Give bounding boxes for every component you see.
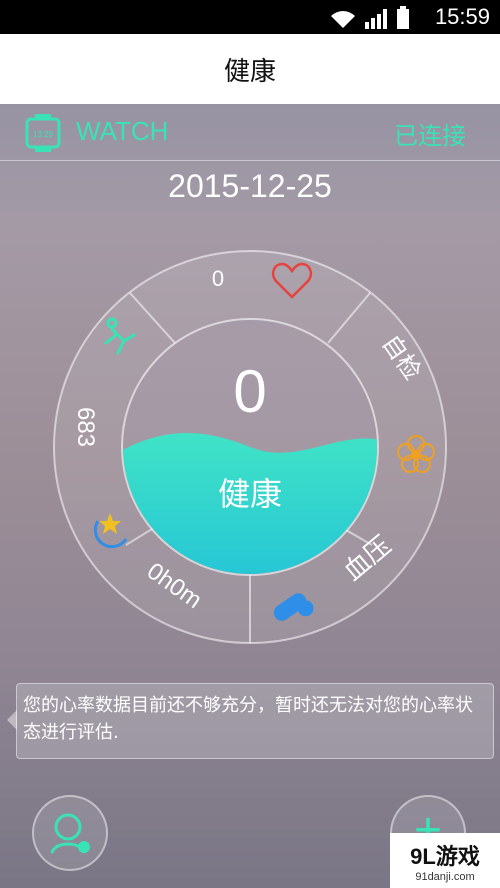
site-watermark: 9L游戏 91danji.com bbox=[390, 833, 500, 888]
signal-icon bbox=[365, 9, 387, 29]
steps-value: 683 bbox=[72, 407, 99, 447]
watch-face-time: 13:29 bbox=[33, 130, 54, 139]
heart-rate-message: 您的心率数据目前还不够充分，暂时还无法对您的心率状态进行评估. bbox=[7, 683, 494, 759]
date-label[interactable]: 2015-12-25 bbox=[0, 168, 500, 205]
device-name: WATCH bbox=[76, 116, 169, 146]
status-bar: 15:59 bbox=[0, 0, 500, 34]
user-icon bbox=[50, 813, 90, 854]
profile-button[interactable] bbox=[32, 795, 108, 871]
status-time: 15:59 bbox=[434, 4, 490, 29]
page-title: 健康 bbox=[223, 56, 276, 87]
title-bar: 健康 bbox=[0, 34, 500, 104]
watermark-sub: 91danji.com bbox=[415, 870, 475, 883]
battery-icon bbox=[397, 6, 409, 29]
divider bbox=[0, 160, 500, 161]
center-value: 0 bbox=[233, 358, 266, 425]
connection-status: 已连接 bbox=[394, 122, 466, 150]
wifi-icon bbox=[331, 11, 355, 28]
health-dial: 0 健康 0 自检 血压 0h0m 683 bbox=[53, 250, 447, 644]
status-icons bbox=[328, 6, 410, 30]
device-row[interactable]: 13:29 WATCH 已连接 bbox=[0, 104, 500, 160]
center-label: 健康 bbox=[218, 475, 282, 513]
heart-rate-value: 0 bbox=[212, 266, 224, 291]
watch-icon: 13:29 bbox=[25, 114, 61, 152]
watermark-main: 9L游戏 bbox=[410, 843, 480, 869]
